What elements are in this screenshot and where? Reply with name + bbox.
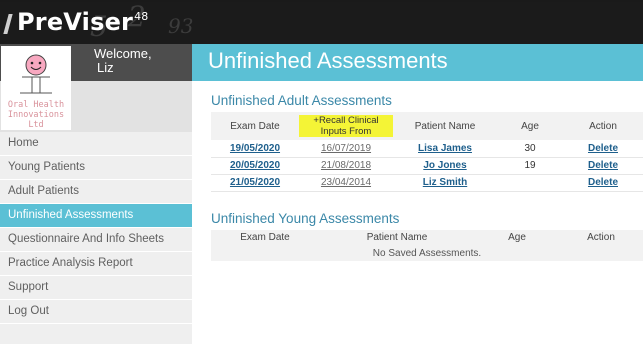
table-row: 19/05/2020 16/07/2019 Lisa James 30 Dele… [211,140,643,157]
empty-message: No Saved Assessments. [211,245,643,261]
patient-name-link[interactable]: Lisa James [418,143,472,154]
delete-link[interactable]: Delete [588,160,618,171]
sidebar-item-questionnaire[interactable]: Questionnaire And Info Sheets [0,228,192,252]
exam-date-link[interactable]: 21/05/2020 [230,177,280,188]
young-section-title: Unfinished Young Assessments [211,211,400,226]
col-age: Age [497,112,563,140]
age-cell: 30 [524,142,536,154]
table-row: 21/05/2020 23/04/2014 Liz Smith Delete [211,174,643,191]
delete-link[interactable]: Delete [588,177,618,188]
col-recall: +Recall Clinical Inputs From [299,112,393,140]
sidebar-item-young-patients[interactable]: Young Patients [0,156,192,180]
sidebar-item-unfinished-assessments[interactable]: Unfinished Assessments [0,204,192,228]
sidebar-item-home[interactable]: Home [0,132,192,156]
exam-date-link[interactable]: 20/05/2020 [230,160,280,171]
sidebar: Welcome, Liz Oral Health Innovations Ltd … [0,44,192,344]
sidebar-item-log-out[interactable]: Log Out [0,300,192,324]
org-name: Oral Health Innovations Ltd [7,100,65,130]
recall-date-link[interactable]: 21/08/2018 [321,160,371,171]
table-row: 20/05/2020 21/08/2018 Jo Jones 19 Delete [211,157,643,174]
logo-mark-icon [3,14,13,34]
col-age: Age [475,230,559,245]
page-title: Unfinished Assessments [208,48,448,73]
age-cell: 19 [524,160,536,171]
user-panel: Welcome, Liz Oral Health Innovations Ltd [0,44,192,132]
recall-date-link[interactable]: 16/07/2019 [321,143,371,154]
col-patient-name: Patient Name [319,230,475,245]
user-name: Liz [97,60,114,75]
app-logo[interactable]: PreViser48 [17,8,149,36]
recall-header-highlight: +Recall Clinical Inputs From [299,115,393,137]
app-header: 5 2 93 PreViser48 [0,2,643,44]
young-assessments-table: Exam Date Patient Name Age Action No Sav… [211,230,643,261]
exam-date-link[interactable]: 19/05/2020 [230,143,280,154]
patient-name-link[interactable]: Liz Smith [423,177,467,188]
org-logo: Oral Health Innovations Ltd [1,46,71,130]
col-exam-date: Exam Date [211,112,299,140]
adult-section-title: Unfinished Adult Assessments [211,93,392,108]
col-exam-date: Exam Date [211,230,319,245]
recall-date-link[interactable]: 23/04/2014 [321,177,371,188]
patient-name-link[interactable]: Jo Jones [423,160,466,171]
table-row: No Saved Assessments. [211,245,643,261]
sidebar-item-adult-patients[interactable]: Adult Patients [0,180,192,204]
app-name: PreViser [17,8,134,36]
col-action: Action [563,112,643,140]
sidebar-item-practice-analysis[interactable]: Practice Analysis Report [0,252,192,276]
title-bar: Unfinished Assessments [192,44,643,81]
delete-link[interactable]: Delete [588,143,618,154]
col-patient-name: Patient Name [393,112,497,140]
app-superscript: 48 [134,10,149,23]
smiley-logo-icon [20,54,52,94]
sidebar-item-support[interactable]: Support [0,276,192,300]
welcome-text: Welcome, Liz [94,47,152,75]
age-cell [497,174,563,191]
welcome-label: Welcome, [94,46,152,61]
adult-assessments-table: Exam Date +Recall Clinical Inputs From P… [211,112,643,192]
col-action: Action [559,230,643,245]
header-decoration-93: 93 [168,14,194,38]
